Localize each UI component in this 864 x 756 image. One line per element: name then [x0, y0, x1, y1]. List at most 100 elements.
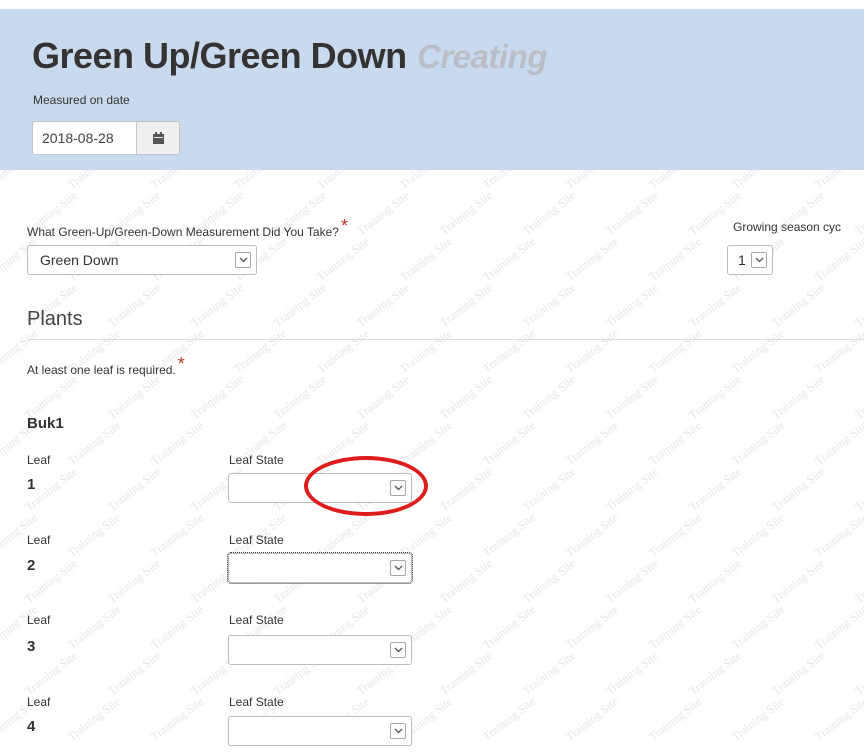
- watermark-text: Training Site: [729, 170, 788, 193]
- leaf-state-label: Leaf State: [229, 613, 284, 627]
- watermark-text: Training Site: [480, 234, 538, 284]
- watermark-text: Training Site: [105, 280, 163, 330]
- required-marker: *: [340, 216, 348, 236]
- watermark-text: Training Site: [686, 556, 744, 606]
- watermark-text: Training Site: [812, 418, 864, 468]
- watermark-text: Training Site: [231, 326, 289, 376]
- watermark-text: Training Site: [354, 188, 412, 238]
- watermark-text: Training Site: [520, 188, 578, 238]
- title-row: Green Up/Green Down Creating: [32, 35, 547, 77]
- watermark-text: Training Site: [563, 510, 621, 560]
- watermark-text: Training Site: [852, 556, 864, 606]
- watermark-text: Training Site: [188, 280, 246, 330]
- watermark-text: Training Site: [603, 648, 661, 698]
- watermark-text: Training Site: [0, 170, 41, 193]
- watermark-text: Training Site: [812, 602, 864, 652]
- watermark-text: Training Site: [646, 694, 704, 744]
- watermark-text: Training Site: [65, 694, 123, 744]
- chevron-down-icon: [390, 723, 406, 739]
- leaf-state-select-2[interactable]: [227, 552, 413, 584]
- watermark-text: Training Site: [603, 372, 661, 422]
- leaf-label: Leaf: [27, 453, 51, 467]
- leaf-state-select-4[interactable]: [228, 716, 412, 746]
- watermark-text: Training Site: [646, 510, 704, 560]
- watermark-text: Training Site: [65, 510, 123, 560]
- watermark-text: Training Site: [480, 602, 538, 652]
- watermark-text: Training Site: [852, 280, 864, 330]
- watermark-text: Training Site: [852, 188, 864, 238]
- watermark-text: Training Site: [769, 648, 827, 698]
- watermark-text: Training Site: [646, 418, 704, 468]
- measurement-type-select[interactable]: Green Down: [27, 245, 257, 275]
- watermark-text: Training Site: [603, 556, 661, 606]
- measurement-type-label-text: What Green-Up/Green-Down Measurement Did…: [27, 225, 339, 239]
- watermark-text: Training Site: [105, 464, 163, 514]
- leaf-number: 3: [27, 638, 36, 655]
- watermark-text: Training Site: [480, 510, 538, 560]
- watermark-text: Training Site: [148, 602, 206, 652]
- watermark-text: Training Site: [65, 418, 123, 468]
- watermark-text: Training Site: [603, 464, 661, 514]
- leaf-state-label: Leaf State: [229, 533, 284, 547]
- watermark-text: Training Site: [105, 372, 163, 422]
- watermark-text: Training Site: [812, 170, 864, 193]
- watermark-text: Training Site: [520, 372, 578, 422]
- watermark-text: Training Site: [188, 372, 246, 422]
- watermark-text: Training Site: [563, 326, 621, 376]
- watermark-text: Training Site: [397, 326, 455, 376]
- leaf-number: 4: [27, 718, 36, 735]
- watermark-text: Training Site: [65, 170, 124, 193]
- watermark-text: Training Site: [563, 418, 621, 468]
- watermark-text: Training Site: [480, 694, 538, 744]
- form-content: Training Site Training Site Training Site T…: [0, 170, 864, 756]
- leaf-state-label: Leaf State: [229, 695, 284, 709]
- plants-heading: Plants: [27, 308, 83, 330]
- watermark-text: Training Site: [397, 418, 455, 468]
- watermark-text: Training Site: [520, 556, 578, 606]
- watermark-text: Training Site: [520, 280, 578, 330]
- watermark-text: Training Site: [812, 510, 864, 560]
- watermark-text: Training Site: [354, 280, 412, 330]
- watermark-text: Training Site: [729, 418, 787, 468]
- watermark-text: Training Site: [563, 694, 621, 744]
- calendar-button[interactable]: [136, 122, 179, 154]
- watermark-text: Training Site: [563, 170, 622, 193]
- watermark-text: Training Site: [729, 694, 787, 744]
- chevron-down-icon: [235, 252, 251, 268]
- watermark-text: Training Site: [437, 464, 495, 514]
- date-input[interactable]: 2018-08-28: [33, 122, 136, 154]
- watermark-text: Training Site: [148, 510, 206, 560]
- measurement-type-value: Green Down: [40, 252, 119, 268]
- watermark-text: Training Site: [437, 280, 495, 330]
- leaf-state-select-1[interactable]: [228, 473, 412, 503]
- watermark-text: Training Site: [646, 170, 705, 193]
- watermark-text: Training Site: [852, 372, 864, 422]
- growing-season-select[interactable]: 1: [727, 245, 773, 275]
- watermark-text: Training Site: [520, 464, 578, 514]
- watermark-text: Training Site: [603, 188, 661, 238]
- watermark-text: Training Site: [397, 170, 456, 193]
- watermark-text: Training Site: [812, 234, 864, 284]
- watermark-text: Training Site: [22, 648, 80, 698]
- watermark-text: Training Site: [480, 418, 538, 468]
- watermark-text: Training Site: [314, 418, 372, 468]
- date-field[interactable]: 2018-08-28: [32, 121, 180, 155]
- chevron-down-icon: [390, 560, 406, 576]
- chevron-down-icon: [390, 642, 406, 658]
- watermark-text: Training Site: [852, 648, 864, 698]
- leaf-state-select-3[interactable]: [228, 635, 412, 665]
- growing-season-label: Growing season cyc: [733, 220, 842, 234]
- watermark-text: Training Site: [769, 280, 827, 330]
- watermark-text: Training Site: [563, 602, 621, 652]
- divider: [27, 339, 864, 340]
- watermark-text: Training Site: [354, 372, 412, 422]
- watermark-text: Training Site: [769, 464, 827, 514]
- page-header: Green Up/Green Down Creating Measured on…: [0, 9, 864, 170]
- watermark-text: Training Site: [646, 326, 704, 376]
- watermark-text: Training Site: [148, 418, 206, 468]
- leaf-number: 1: [27, 476, 36, 493]
- watermark-text: Training Site: [686, 372, 744, 422]
- watermark-text: Training Site: [437, 648, 495, 698]
- watermark-text: Training Site: [397, 234, 455, 284]
- watermark-text: Training Site: [729, 510, 787, 560]
